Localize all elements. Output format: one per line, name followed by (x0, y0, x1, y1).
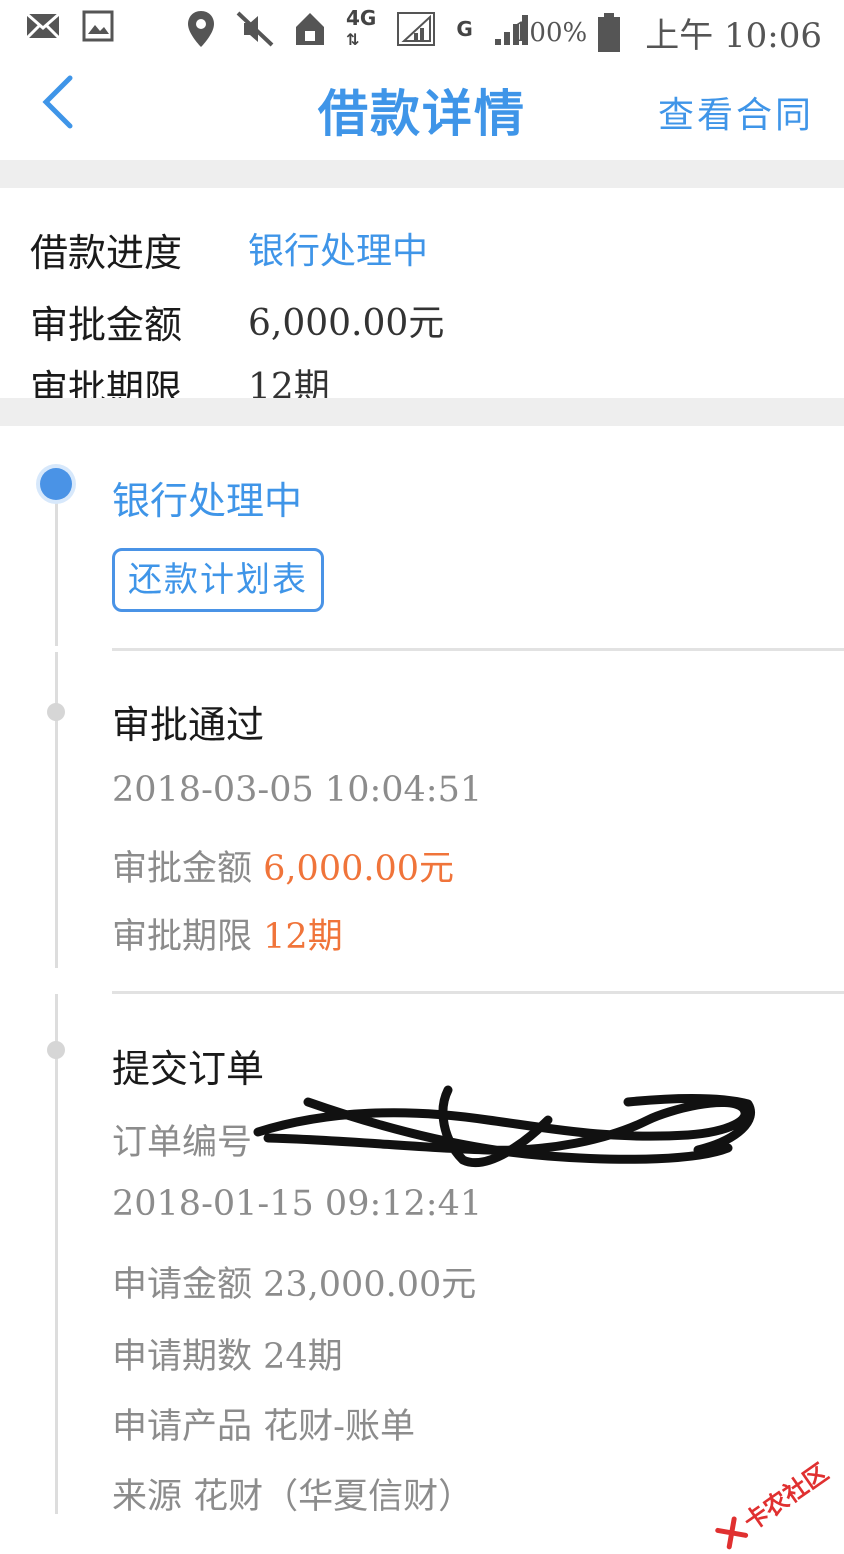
step-submitted-title: 提交订单 (112, 1047, 265, 1091)
signal-g-icon: G (456, 17, 473, 41)
battery-percent: 100% (512, 17, 588, 48)
approved-amount-label: 审批金额 (112, 849, 253, 889)
status-bar-right: 100% 上午 10:06 (513, 8, 822, 57)
clock: 上午 10:06 (645, 16, 822, 56)
step-submitted-time: 2018-01-15 09:12:41 (112, 1184, 483, 1224)
home-icon (296, 13, 324, 45)
network-4g-icon: 4G ⇅ (346, 6, 377, 49)
divider-middle (0, 398, 844, 426)
battery-icon (598, 12, 621, 52)
divider-top (0, 160, 844, 188)
approved-term-value: 12期 (263, 917, 343, 957)
timeline-dot (47, 1041, 65, 1059)
apply-product: 申请产品 花财-账单 (112, 1407, 415, 1447)
source: 来源 花财（华夏信财） (112, 1477, 474, 1517)
amount-label: 审批金额 (30, 303, 183, 347)
order-number: 订单编号 (112, 1123, 253, 1163)
step-approved-title: 审批通过 (112, 703, 265, 747)
step-bank-processing-title: 银行处理中 (112, 479, 303, 523)
status-bar: 4G ⇅ G 100% 上午 10:06 (0, 0, 844, 60)
status-bar-left (26, 10, 114, 42)
step-approved-amount: 审批金额 6,000.00元 (112, 840, 454, 891)
location-icon (188, 11, 214, 47)
nav-bar: 借款详情 查看合同 (0, 60, 844, 160)
mute-icon (236, 11, 274, 47)
timeline-dot-active (40, 468, 72, 500)
loan-summary: 借款进度 银行处理中 审批金额 6,000.00元 审批期限 12期 (0, 190, 844, 411)
apply-amount: 申请金额 23,000.00元 (112, 1265, 477, 1305)
step-separator (112, 648, 844, 651)
signal-icon (397, 12, 436, 46)
progress-value: 银行处理中 (248, 231, 429, 272)
progress-timeline: 银行处理中 还款计划表 审批通过 2018-03-05 10:04:51 审批金… (0, 426, 844, 1517)
step-approved-term: 审批期限 12期 (112, 908, 343, 959)
approved-term-label: 审批期限 (112, 917, 253, 957)
timeline-line (55, 994, 58, 1514)
step-approved-time: 2018-03-05 10:04:51 (112, 770, 483, 810)
image-icon (82, 10, 114, 42)
view-contract-button[interactable]: 查看合同 (658, 86, 814, 138)
mail-icon (26, 12, 60, 40)
repayment-plan-button[interactable]: 还款计划表 (112, 548, 324, 612)
approved-amount-value: 6,000.00元 (263, 849, 455, 889)
progress-label: 借款进度 (30, 231, 183, 275)
timeline-line (55, 652, 58, 968)
status-bar-icons: 4G ⇅ G (186, 8, 533, 50)
timeline-line (55, 498, 58, 646)
apply-term: 申请期数 24期 (112, 1337, 343, 1377)
step-separator (112, 991, 844, 994)
timeline-dot (47, 703, 65, 721)
amount-value: 6,000.00元 (248, 303, 445, 344)
